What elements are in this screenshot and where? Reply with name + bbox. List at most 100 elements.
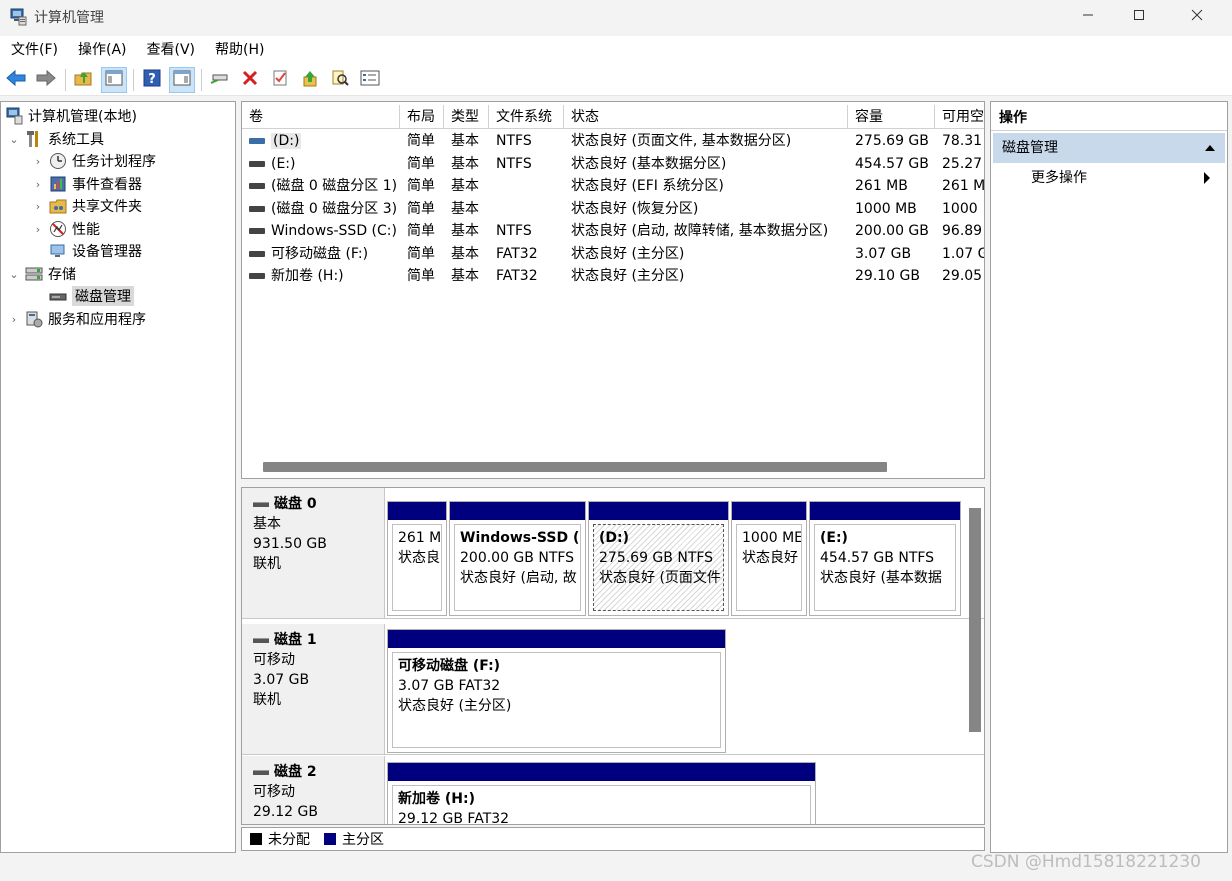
chevron-right-icon[interactable]: › — [31, 200, 45, 213]
volume-capacity-cell: 200.00 GB — [855, 223, 929, 239]
forward-button[interactable] — [33, 67, 59, 93]
column-capacity[interactable]: 容量 — [848, 105, 935, 129]
chevron-right-icon[interactable]: › — [31, 155, 45, 168]
menu-file[interactable]: 文件(F) — [4, 36, 65, 64]
performance-icon — [49, 220, 67, 238]
chevron-down-icon[interactable]: ⌄ — [7, 133, 21, 146]
volume-row[interactable]: 可移动磁盘 (F:) 简单 基本 FAT32 状态良好 (主分区) 3.07 GB 1.07… — [242, 243, 984, 265]
column-status[interactable]: 状态 — [564, 105, 848, 129]
tree-item-disk-management[interactable]: 磁盘管理 — [31, 285, 134, 307]
volume-row[interactable]: (磁盘 0 磁盘分区 3) 简单 基本 状态良好 (恢复分区) 1000 MB 1000 — [242, 198, 984, 220]
volume-name-cell: (E:) — [242, 153, 400, 175]
partition-size: 1000 ME — [742, 530, 802, 546]
volume-type-cell: 基本 — [451, 223, 479, 239]
volume-name-cell: 可移动磁盘 (F:) — [242, 243, 400, 265]
tree-item-shared-folders[interactable]: › 共享文件夹 — [31, 195, 142, 217]
volume-free-cell: 29.05 — [942, 268, 983, 284]
clock-icon — [49, 152, 67, 170]
up-button[interactable] — [71, 67, 97, 93]
connect-button[interactable] — [207, 67, 233, 93]
menu-action[interactable]: 操作(A) — [71, 36, 134, 64]
vertical-scrollbar[interactable] — [969, 508, 981, 732]
help-button[interactable]: ? — [139, 67, 165, 93]
partition-status: 状态良好 (启动, 故 — [460, 570, 577, 586]
watermark: CSDN @Hmd15818221230 — [971, 852, 1201, 872]
horizontal-scrollbar[interactable] — [263, 462, 887, 472]
tree-label: 事件查看器 — [72, 177, 142, 193]
disk-2-info[interactable]: 磁盘 2 可移动 29.12 GB — [242, 756, 385, 824]
maximize-button[interactable] — [1110, 0, 1168, 34]
menu-view[interactable]: 查看(V) — [140, 36, 203, 64]
column-layout[interactable]: 布局 — [400, 105, 444, 129]
tree-label: 任务计划程序 — [72, 154, 156, 170]
menu-help[interactable]: 帮助(H) — [208, 36, 271, 64]
partition-recovery[interactable]: 1000 ME 状态良好 — [731, 501, 807, 616]
tree-item-performance[interactable]: › 性能 — [31, 218, 100, 240]
minimize-button[interactable] — [1059, 0, 1117, 34]
volume-name: (磁盘 0 磁盘分区 1) — [271, 178, 398, 194]
chevron-right-icon[interactable]: › — [31, 178, 45, 191]
partition-windows-ssd[interactable]: Windows-SSD (200.00 GB NTFS 状态良好 (启动, 故 — [449, 501, 586, 616]
check-button[interactable] — [267, 67, 293, 93]
partition-f[interactable]: 可移动磁盘 (F:) 3.07 GB FAT32 状态良好 (主分区) — [387, 629, 726, 753]
volume-row[interactable]: (D:) 简单 基本 NTFS 状态良好 (页面文件, 基本数据分区) 275.69 GB… — [242, 130, 984, 152]
disk-0-info[interactable]: 磁盘 0 基本 931.50 GB 联机 — [242, 488, 385, 619]
volume-row[interactable]: Windows-SSD (C:) 简单 基本 NTFS 状态良好 (启动, 故障转储, … — [242, 220, 984, 242]
partition-h[interactable]: 新加卷 (H:) 29.12 GB FAT32 — [387, 762, 816, 824]
volume-free-cell: 261 M — [942, 178, 985, 194]
column-free[interactable]: 可用空 — [935, 105, 984, 129]
tree-item-system-tools[interactable]: ⌄ 系统工具 — [7, 128, 104, 150]
tree-item-services-apps[interactable]: › 服务和应用程序 — [7, 308, 146, 330]
volume-fs-cell — [489, 198, 564, 220]
partition-d[interactable]: (D:) 275.69 GB NTFS 状态良好 (页面文件 — [588, 501, 729, 616]
volume-status-cell: 状态良好 (主分区) — [571, 245, 685, 262]
column-volume[interactable]: 卷 — [242, 105, 400, 129]
search-button[interactable] — [327, 67, 353, 93]
chevron-right-icon[interactable]: › — [7, 313, 21, 326]
chevron-down-icon[interactable]: ⌄ — [7, 268, 21, 281]
column-filesystem[interactable]: 文件系统 — [489, 105, 564, 129]
export-button[interactable] — [297, 67, 323, 93]
back-button[interactable] — [3, 67, 29, 93]
volume-icon — [249, 138, 265, 144]
properties-button[interactable] — [357, 67, 383, 93]
menu-bar: 文件(F) 操作(A) 查看(V) 帮助(H) — [0, 36, 1232, 64]
show-hide-tree-button[interactable] — [101, 66, 127, 93]
search-icon — [331, 69, 349, 91]
close-button[interactable] — [1168, 0, 1226, 34]
volume-name: 可移动磁盘 (F:) — [271, 245, 369, 262]
volume-row[interactable]: (磁盘 0 磁盘分区 1) 简单 基本 状态良好 (EFI 系统分区) 261 MB 26… — [242, 175, 985, 197]
volume-name: (E:) — [271, 155, 296, 172]
partition-name: (E:) — [820, 530, 848, 546]
more-actions-item[interactable]: 更多操作 — [1031, 166, 1221, 190]
volume-icon — [249, 273, 265, 279]
tree-item-storage[interactable]: ⌄ 存储 — [7, 263, 76, 285]
partition-band — [589, 502, 728, 520]
tree-item-root[interactable]: 计算机管理(本地) — [3, 105, 137, 127]
volume-name: (D:) — [271, 133, 302, 149]
more-actions-label: 更多操作 — [1031, 170, 1087, 186]
volume-layout-cell: 简单 — [407, 178, 435, 194]
disk-1-info[interactable]: 磁盘 1 可移动 3.07 GB 联机 — [242, 624, 385, 755]
volume-fs-cell: FAT32 — [496, 245, 538, 262]
partition-efi[interactable]: 261 M 状态良 — [387, 501, 447, 616]
toolbar-separator — [201, 68, 202, 91]
tree-item-device-manager[interactable]: 设备管理器 — [31, 240, 142, 262]
disk-management-icon — [49, 287, 67, 305]
volume-capacity-cell: 3.07 GB — [855, 245, 912, 262]
tree-item-event-viewer[interactable]: › 事件查看器 — [31, 173, 142, 195]
delete-button[interactable] — [237, 67, 263, 93]
volume-row[interactable]: 新加卷 (H:) 简单 基本 FAT32 状态良好 (主分区) 29.10 GB 29.05 — [242, 265, 984, 287]
tree-item-task-scheduler[interactable]: › 任务计划程序 — [31, 150, 156, 172]
volume-row[interactable]: (E:) 简单 基本 NTFS 状态良好 (基本数据分区) 454.57 GB 25.27 — [242, 153, 984, 175]
volume-layout-cell: 简单 — [407, 200, 435, 217]
chevron-right-icon[interactable]: › — [31, 223, 45, 236]
partition-e[interactable]: (E:) 454.57 GB NTFS 状态良好 (基本数据 — [809, 501, 961, 616]
column-type[interactable]: 类型 — [444, 105, 489, 129]
partition-status: 状态良好 — [742, 550, 798, 566]
volume-name-cell: (磁盘 0 磁盘分区 3) — [242, 198, 400, 220]
actions-section-disk-management[interactable]: 磁盘管理 — [993, 133, 1225, 163]
show-hide-action-pane-button[interactable] — [169, 66, 195, 93]
volume-free-cell: 1000 — [942, 200, 978, 217]
partition-band — [732, 502, 806, 520]
